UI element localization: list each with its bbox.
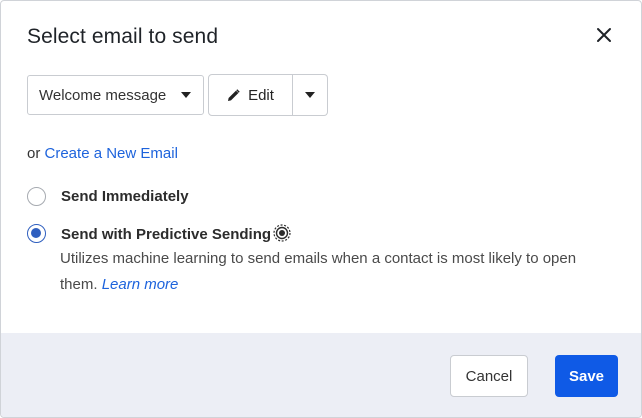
edit-button-label: Edit — [248, 86, 274, 104]
predictive-sending-description: Utilizes machine learning to send emails… — [60, 246, 600, 298]
send-immediately-label: Send Immediately — [61, 188, 189, 205]
dialog-footer — [1, 333, 641, 417]
email-select-value: Welcome message — [39, 86, 167, 104]
save-button[interactable]: Save — [555, 355, 618, 397]
predictive-sending-radio[interactable] — [27, 224, 46, 243]
edit-button[interactable]: Edit — [208, 74, 293, 116]
create-new-email-link[interactable]: Create a New Email — [45, 145, 178, 162]
edit-dropdown-toggle[interactable] — [293, 74, 328, 116]
send-immediately-radio[interactable] — [27, 187, 46, 206]
email-select-dropdown[interactable]: Welcome message — [27, 75, 204, 115]
cancel-button[interactable]: Cancel — [450, 355, 528, 397]
create-email-line: or Create a New Email — [27, 145, 178, 162]
close-icon — [597, 28, 611, 42]
close-button[interactable] — [592, 23, 616, 47]
learn-more-link[interactable]: Learn more — [102, 276, 179, 293]
caret-down-icon — [181, 92, 191, 98]
dialog-title: Select email to send — [27, 25, 219, 48]
caret-down-icon — [305, 92, 315, 98]
create-email-prefix: or — [27, 145, 41, 162]
select-email-dialog: Select email to send Welcome message Edi… — [0, 0, 642, 418]
pencil-icon — [228, 88, 240, 101]
edit-button-group: Edit — [208, 74, 328, 116]
option-predictive-sending[interactable]: Send with Predictive Sending — [27, 224, 291, 244]
predictive-sending-label: Send with Predictive Sending — [61, 224, 291, 244]
option-send-immediately[interactable]: Send Immediately — [27, 187, 189, 206]
predictive-sending-label-text: Send with Predictive Sending — [61, 226, 272, 243]
predictive-sending-icon — [273, 224, 291, 242]
email-controls-row: Welcome message Edit — [27, 74, 328, 116]
